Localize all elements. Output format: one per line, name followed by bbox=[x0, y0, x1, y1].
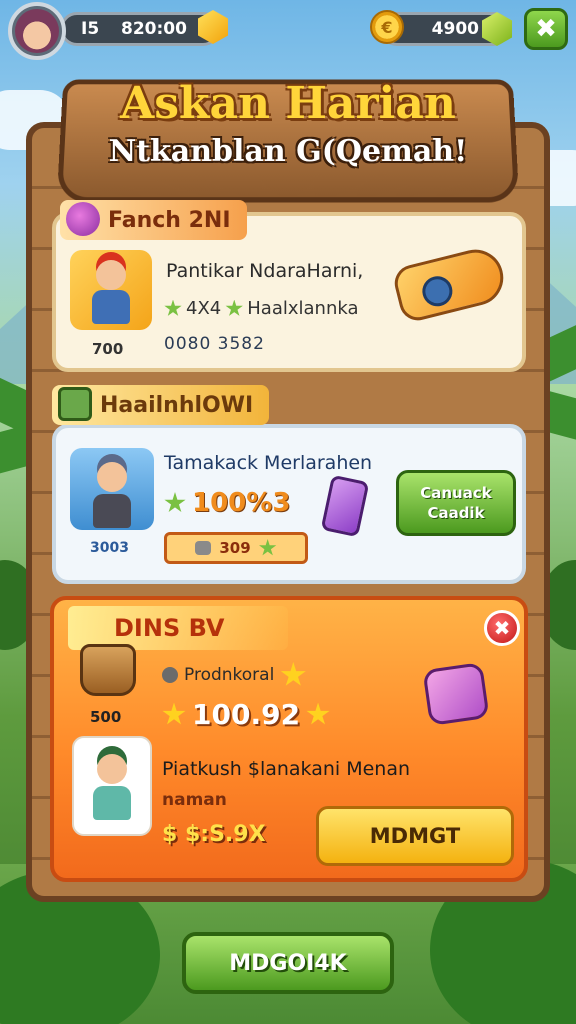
offer-label: Prodnkoral bbox=[162, 662, 306, 688]
offer-percent-value: 100.92 bbox=[192, 698, 301, 731]
section-tag-label: HaailnhlOWI bbox=[100, 392, 254, 418]
page-subtitle: Ntkanblan G(Qemah! bbox=[108, 134, 468, 169]
quest-title: Pantikar NdaraHarni, bbox=[166, 260, 364, 282]
buy-button[interactable]: MDMGT bbox=[316, 806, 514, 866]
star-icon bbox=[225, 299, 243, 316]
main-action-button[interactable]: MDGOI4K bbox=[182, 932, 394, 994]
quest-progress: 0080 3582 bbox=[164, 334, 265, 354]
gem-count: 820:00 bbox=[121, 19, 187, 39]
phone-icon bbox=[320, 474, 370, 538]
close-icon: ✖ bbox=[535, 14, 557, 44]
character-body-icon bbox=[93, 494, 131, 528]
claim-button-line1: Canuack bbox=[420, 484, 492, 502]
star-icon bbox=[280, 662, 306, 686]
offer-title: Piatkush $lanakani Menan bbox=[162, 758, 411, 780]
section-tag-label: Fanch 2NI bbox=[108, 207, 231, 233]
offer-character-portrait bbox=[72, 736, 152, 836]
quest-title: Tamakack Merlarahen bbox=[164, 452, 373, 474]
reward-amount: 4X4 bbox=[186, 298, 222, 319]
quest-reward: 4X4 Haalxlannka bbox=[164, 298, 358, 319]
coin-icon: € bbox=[370, 10, 404, 44]
star-icon bbox=[164, 299, 182, 316]
chip-value: 309 bbox=[219, 539, 251, 557]
close-icon: ✖ bbox=[493, 616, 511, 640]
character-head-icon bbox=[96, 260, 126, 290]
offer-percent: 100.92 bbox=[162, 698, 330, 731]
phone-tag-icon bbox=[58, 387, 92, 421]
section-tag-1: Fanch 2NI bbox=[60, 200, 247, 240]
reward-chip: 309 bbox=[164, 532, 308, 564]
percent-value: 100%3 bbox=[192, 488, 291, 518]
toy-icon bbox=[422, 662, 490, 726]
player-stats-bar: I5 820:00 bbox=[60, 12, 220, 46]
reward-text: Haalxlannka bbox=[247, 298, 359, 319]
avatar[interactable] bbox=[8, 2, 66, 60]
character-head-icon bbox=[97, 462, 127, 492]
special-offer-card[interactable]: DINS BV ✖ 500 Prodnkoral 100.92 Piatkush… bbox=[50, 596, 528, 882]
offer-small-label: naman bbox=[162, 790, 227, 810]
character-body-icon bbox=[93, 786, 131, 820]
star-icon bbox=[306, 702, 330, 725]
quest-percent: 100%3 bbox=[164, 488, 290, 518]
coin-count: 4900 bbox=[431, 19, 479, 39]
spaceship-icon bbox=[390, 243, 510, 325]
octopus-icon bbox=[66, 202, 100, 236]
star-icon bbox=[164, 492, 186, 513]
character-portrait bbox=[70, 448, 154, 530]
claim-button[interactable]: Canuack Caadik bbox=[396, 470, 516, 536]
rock-icon bbox=[195, 541, 212, 555]
character-body-icon bbox=[92, 290, 130, 324]
top-hud: I5 820:00 4900 € ✖ bbox=[0, 0, 576, 60]
close-button[interactable]: ✖ bbox=[524, 8, 568, 50]
quest-count: 700 bbox=[92, 340, 124, 358]
quest-count: 3003 bbox=[90, 540, 129, 556]
player-level: I5 bbox=[81, 19, 100, 39]
page-title: Askan Harian bbox=[120, 78, 456, 129]
offer-label-text: Prodnkoral bbox=[184, 665, 275, 685]
bag-icon bbox=[80, 644, 136, 696]
section-tag-2: HaailnhlOWI bbox=[52, 385, 270, 425]
star-icon bbox=[259, 539, 277, 556]
claim-button-line2: Caadik bbox=[427, 504, 485, 522]
character-portrait bbox=[70, 250, 152, 330]
offer-count: 500 bbox=[90, 708, 122, 726]
avatar-face-icon bbox=[15, 9, 59, 53]
quest-card-2[interactable]: Tamakack Merlarahen 100%3 309 3003 Canua… bbox=[52, 424, 526, 584]
wrench-icon bbox=[162, 667, 178, 683]
character-head-icon bbox=[97, 754, 127, 784]
offer-price: $ $:S.9X bbox=[162, 822, 266, 847]
star-icon bbox=[162, 702, 186, 725]
offer-close-button[interactable]: ✖ bbox=[484, 610, 520, 646]
